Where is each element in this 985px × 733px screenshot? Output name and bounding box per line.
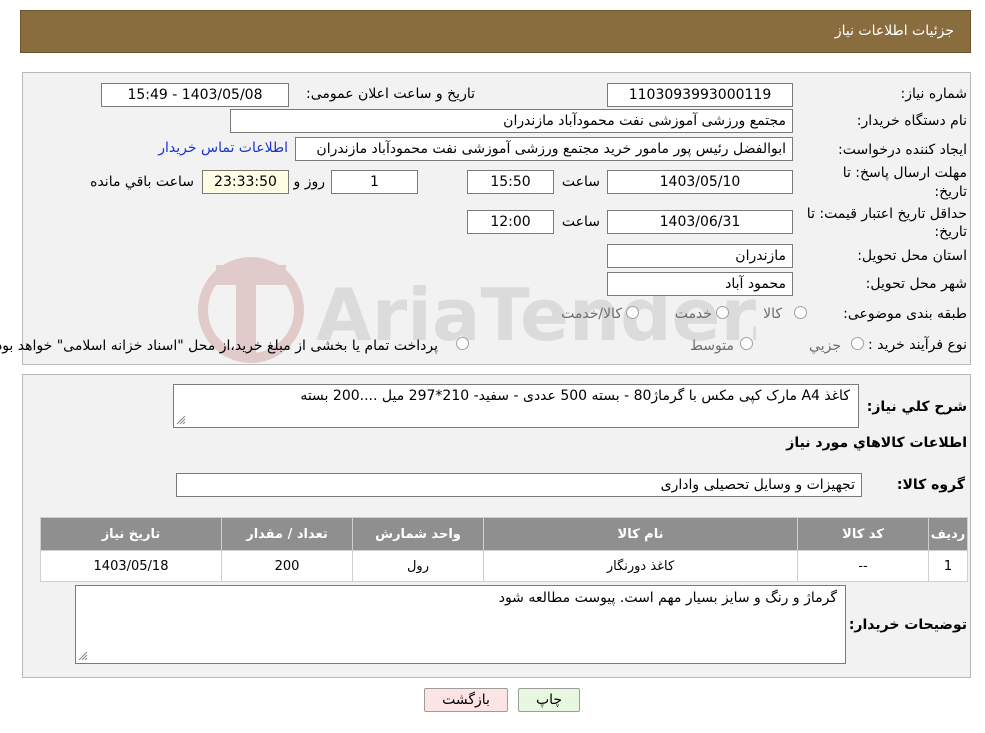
- buyer-notes-field: گرماژ و رنگ و سایز بسیار مهم است. پیوست …: [75, 585, 846, 664]
- process-medium-label: متوسط: [690, 338, 734, 354]
- deadline-date-field: 1403/05/10: [607, 170, 793, 194]
- items-table-header: ردیف کد کالا نام کالا واحد شمارش تعداد /…: [40, 517, 968, 551]
- category-goods-service-radio[interactable]: [626, 306, 639, 319]
- table-row: 1 -- کاغذ دورنگار رول 200 1403/05/18: [40, 550, 968, 582]
- deadline-time-field: 15:50: [467, 170, 554, 194]
- days-remaining-field: 1: [331, 170, 418, 194]
- buyer-org-label: نام دستگاه خریدار:: [856, 113, 967, 129]
- page-header: جزئیات اطلاعات نیاز: [20, 10, 971, 53]
- category-label: طبقه بندی موضوعی:: [843, 306, 967, 322]
- col-code: کد کالا: [797, 517, 929, 551]
- items-table: ردیف کد کالا نام کالا واحد شمارش تعداد /…: [40, 517, 968, 582]
- general-description-text: کاغذ A4 مارک کپی مکس با گرماژ80 - بسته 5…: [300, 388, 850, 404]
- col-need-date: تاریخ نیاز: [40, 517, 222, 551]
- items-info-title: اطلاعات کالاهاي مورد نیاز: [786, 435, 967, 451]
- process-minor-radio[interactable]: [851, 337, 864, 350]
- days-label: روز و: [293, 174, 326, 190]
- delivery-city-label: شهر محل تحویل:: [865, 276, 967, 292]
- treasury-payment-checkbox[interactable]: [456, 337, 469, 350]
- general-description-label: شرح کلي نیاز:: [866, 399, 967, 415]
- delivery-city-field: محمود آباد: [607, 272, 793, 296]
- deadline-time-label: ساعت: [561, 174, 600, 190]
- delivery-province-field: مازندران: [607, 244, 793, 268]
- purchase-process-label: نوع فرآیند خرید :: [868, 337, 967, 353]
- col-row: ردیف: [928, 517, 968, 551]
- price-validity-time-field: 12:00: [467, 210, 554, 234]
- cell-quantity: 200: [221, 550, 353, 582]
- cell-name: کاغذ دورنگار: [483, 550, 798, 582]
- announce-datetime-field: 1403/05/08 - 15:49: [101, 83, 289, 107]
- back-button[interactable]: بازگشت: [424, 688, 508, 712]
- treasury-payment-note: پرداخت تمام یا بخشی از مبلغ خرید،از محل …: [0, 338, 438, 354]
- price-validity-label-date: تاریخ:: [934, 224, 967, 240]
- general-description-field: کاغذ A4 مارک کپی مکس با گرماژ80 - بسته 5…: [173, 384, 859, 428]
- time-remaining-field: 23:33:50: [202, 170, 289, 194]
- time-remaining-label: ساعت باقي مانده: [90, 174, 194, 190]
- need-number-field: 1103093993000119: [607, 83, 793, 107]
- cell-unit: رول: [352, 550, 484, 582]
- col-name: نام کالا: [483, 517, 798, 551]
- goods-group-field: تجهیزات و وسایل تحصیلی واداری: [176, 473, 862, 497]
- buyer-notes-text: گرماژ و رنگ و سایز بسیار مهم است. پیوست …: [498, 590, 837, 606]
- request-creator-field: ابوالفضل رئیس پور مامور خرید مجتمع ورزشی…: [295, 137, 793, 161]
- need-number-label: شماره نیاز:: [900, 86, 968, 102]
- buyer-org-field: مجتمع ورزشی آموزشی نفت محمودآباد مازندرا…: [230, 109, 793, 133]
- price-validity-label: حداقل تاریخ اعتبار قیمت: تا: [806, 206, 967, 222]
- price-validity-date-field: 1403/06/31: [607, 210, 793, 234]
- deadline-label: مهلت ارسال پاسخ: تا: [842, 165, 967, 181]
- category-service-label: خدمت: [674, 306, 712, 322]
- deadline-label-date: تاریخ:: [934, 184, 967, 200]
- print-button[interactable]: چاپ: [518, 688, 580, 712]
- buyer-contact-link[interactable]: اطلاعات تماس خریدار: [158, 140, 288, 156]
- goods-group-label: گروه کالا:: [896, 477, 965, 493]
- cell-code: --: [797, 550, 929, 582]
- cell-row: 1: [928, 550, 968, 582]
- request-creator-label: ایجاد کننده درخواست:: [838, 142, 967, 158]
- validity-time-label: ساعت: [561, 214, 600, 230]
- category-goods-radio[interactable]: [794, 306, 807, 319]
- process-medium-radio[interactable]: [740, 337, 753, 350]
- buyer-notes-label: توضیحات خریدار:: [848, 617, 967, 633]
- cell-need-date: 1403/05/18: [40, 550, 222, 582]
- category-goods-label: کالا: [763, 306, 782, 322]
- col-unit: واحد شمارش: [352, 517, 484, 551]
- col-quantity: تعداد / مقدار: [221, 517, 353, 551]
- category-goods-service-label: کالا/خدمت: [561, 306, 622, 322]
- page-title: جزئیات اطلاعات نیاز: [834, 23, 954, 39]
- resize-handle-icon[interactable]: [176, 415, 186, 425]
- delivery-province-label: استان محل تحویل:: [857, 248, 967, 264]
- announce-datetime-label: تاریخ و ساعت اعلان عمومی:: [306, 86, 475, 102]
- process-minor-label: جزیي: [809, 338, 841, 354]
- category-service-radio[interactable]: [716, 306, 729, 319]
- resize-handle-icon[interactable]: [78, 651, 88, 661]
